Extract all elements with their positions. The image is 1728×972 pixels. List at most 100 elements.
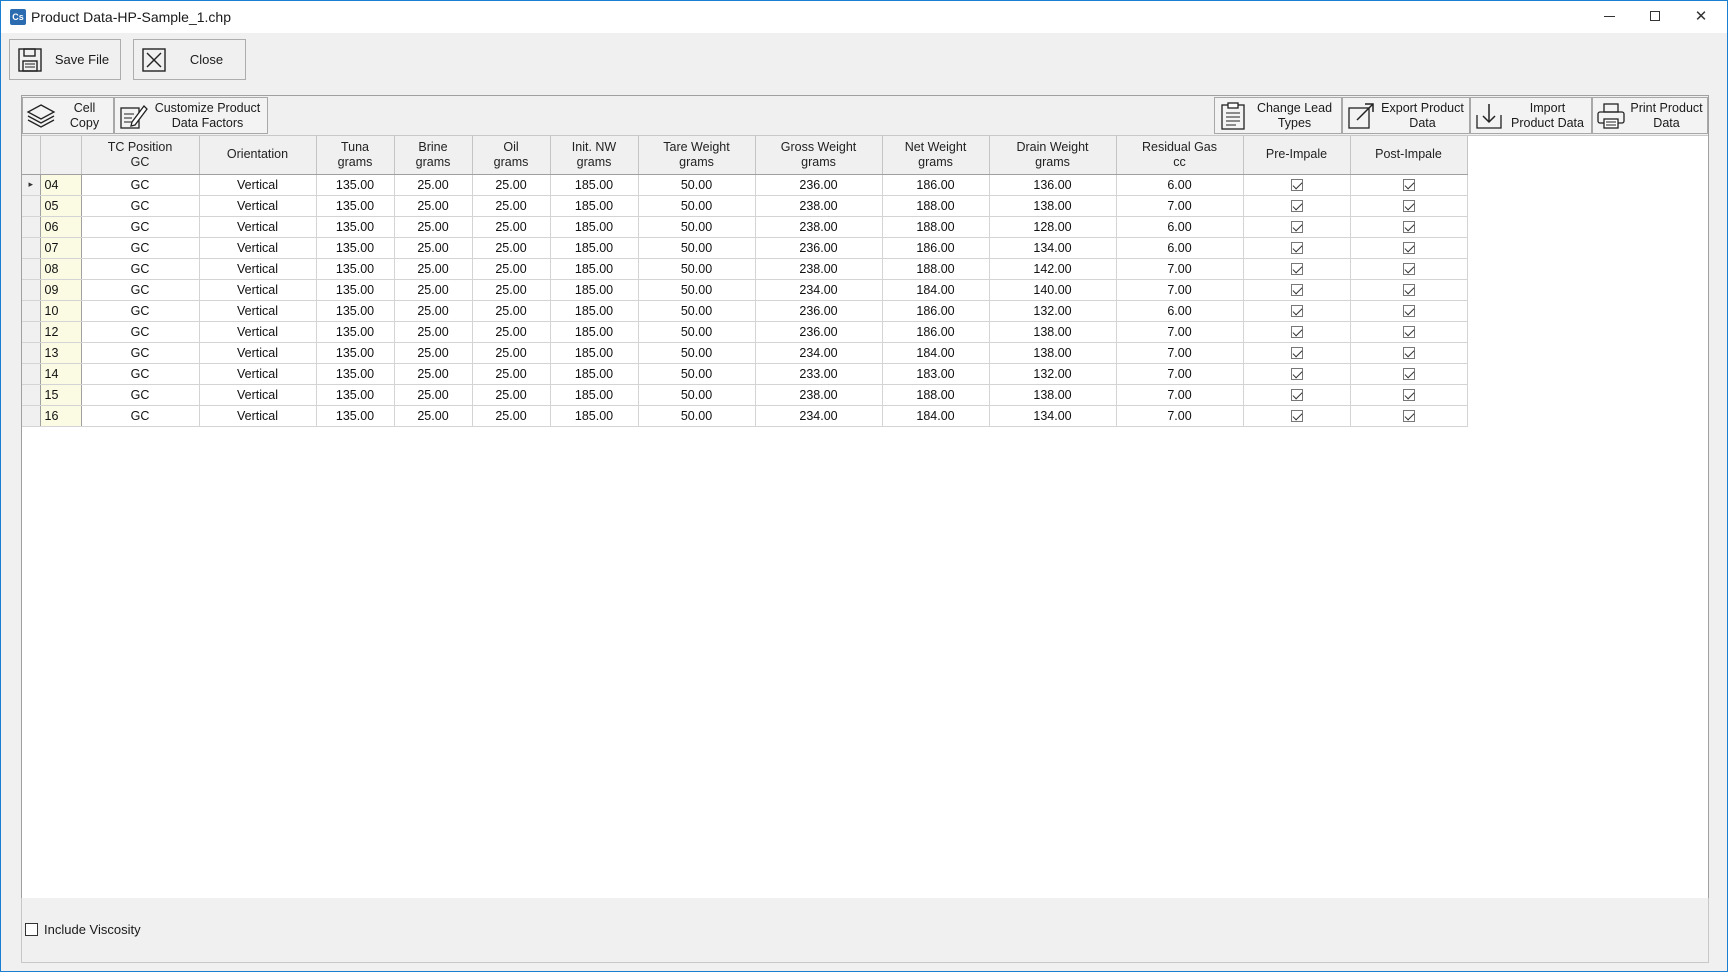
include-viscosity-box[interactable] bbox=[25, 923, 38, 936]
cell-tare-weight[interactable]: 50.00 bbox=[638, 384, 756, 406]
row-selector[interactable] bbox=[22, 216, 41, 238]
cell-residual-gas[interactable]: 7.00 bbox=[1116, 342, 1244, 364]
table-row[interactable]: 06 GC Vertical 135.00 25.00 25.00 185.00 50.00 2… bbox=[22, 216, 1468, 238]
table-row[interactable]: 07 GC Vertical 135.00 25.00 25.00 185.00 50.00 2… bbox=[22, 237, 1468, 259]
cell-pre-impale[interactable] bbox=[1243, 363, 1351, 385]
cell-tuna[interactable]: 135.00 bbox=[316, 321, 395, 343]
cell-drain-weight[interactable]: 138.00 bbox=[989, 342, 1117, 364]
cell-pre-impale[interactable] bbox=[1243, 279, 1351, 301]
cell-pre-impale[interactable] bbox=[1243, 216, 1351, 238]
cell-gross-weight[interactable]: 234.00 bbox=[755, 279, 883, 301]
post-impale-checkbox[interactable] bbox=[1402, 410, 1415, 423]
cell-tuna[interactable]: 135.00 bbox=[316, 237, 395, 259]
cell-tuna[interactable]: 135.00 bbox=[316, 174, 395, 196]
cell-brine[interactable]: 25.00 bbox=[394, 279, 473, 301]
cell-init-nw[interactable]: 185.00 bbox=[550, 405, 639, 427]
cell-brine[interactable]: 25.00 bbox=[394, 174, 473, 196]
pre-impale-checkbox[interactable] bbox=[1290, 263, 1303, 276]
column-header-post-impale[interactable]: Post-Impale bbox=[1350, 136, 1468, 175]
post-impale-checkbox[interactable] bbox=[1402, 284, 1415, 297]
cell-pre-impale[interactable] bbox=[1243, 300, 1351, 322]
cell-tuna[interactable]: 135.00 bbox=[316, 258, 395, 280]
cell-post-impale[interactable] bbox=[1350, 237, 1468, 259]
cell-orientation[interactable]: Vertical bbox=[199, 216, 317, 238]
row-id[interactable]: 07 bbox=[40, 237, 82, 259]
cell-tare-weight[interactable]: 50.00 bbox=[638, 342, 756, 364]
cell-tc-position[interactable]: GC bbox=[81, 300, 200, 322]
title-bar[interactable]: Cs Product Data-HP-Sample_1.chp ✕ bbox=[1, 1, 1727, 33]
cell-tuna[interactable]: 135.00 bbox=[316, 216, 395, 238]
row-selector[interactable] bbox=[22, 195, 41, 217]
cell-residual-gas[interactable]: 6.00 bbox=[1116, 237, 1244, 259]
cell-net-weight[interactable]: 184.00 bbox=[882, 405, 990, 427]
table-row[interactable]: 13 GC Vertical 135.00 25.00 25.00 185.00 50.00 2… bbox=[22, 342, 1468, 364]
table-row[interactable]: 12 GC Vertical 135.00 25.00 25.00 185.00 50.00 2… bbox=[22, 321, 1468, 343]
cell-drain-weight[interactable]: 134.00 bbox=[989, 237, 1117, 259]
cell-residual-gas[interactable]: 7.00 bbox=[1116, 258, 1244, 280]
cell-init-nw[interactable]: 185.00 bbox=[550, 195, 639, 217]
cell-oil[interactable]: 25.00 bbox=[472, 237, 551, 259]
cell-tc-position[interactable]: GC bbox=[81, 258, 200, 280]
row-selector[interactable] bbox=[22, 384, 41, 406]
cell-drain-weight[interactable]: 136.00 bbox=[989, 174, 1117, 196]
cell-tc-position[interactable]: GC bbox=[81, 342, 200, 364]
cell-tuna[interactable]: 135.00 bbox=[316, 384, 395, 406]
cell-oil[interactable]: 25.00 bbox=[472, 258, 551, 280]
cell-residual-gas[interactable]: 7.00 bbox=[1116, 321, 1244, 343]
minimize-button[interactable] bbox=[1586, 1, 1632, 31]
cell-copy-button[interactable]: Cell Copy bbox=[22, 97, 114, 134]
cell-net-weight[interactable]: 184.00 bbox=[882, 279, 990, 301]
cell-pre-impale[interactable] bbox=[1243, 321, 1351, 343]
row-id[interactable]: 10 bbox=[40, 300, 82, 322]
cell-oil[interactable]: 25.00 bbox=[472, 300, 551, 322]
row-selector[interactable] bbox=[22, 300, 41, 322]
cell-post-impale[interactable] bbox=[1350, 279, 1468, 301]
cell-orientation[interactable]: Vertical bbox=[199, 321, 317, 343]
cell-oil[interactable]: 25.00 bbox=[472, 279, 551, 301]
cell-oil[interactable]: 25.00 bbox=[472, 195, 551, 217]
row-id[interactable]: 04 bbox=[40, 174, 82, 196]
cell-net-weight[interactable]: 188.00 bbox=[882, 216, 990, 238]
pre-impale-checkbox[interactable] bbox=[1290, 179, 1303, 192]
cell-tc-position[interactable]: GC bbox=[81, 216, 200, 238]
column-header-orientation[interactable]: Orientation bbox=[199, 136, 317, 175]
column-header-init-nw[interactable]: Init. NW grams bbox=[550, 136, 639, 175]
row-id[interactable]: 05 bbox=[40, 195, 82, 217]
cell-orientation[interactable]: Vertical bbox=[199, 237, 317, 259]
post-impale-checkbox[interactable] bbox=[1402, 305, 1415, 318]
cell-oil[interactable]: 25.00 bbox=[472, 216, 551, 238]
cell-tare-weight[interactable]: 50.00 bbox=[638, 195, 756, 217]
customize-product-data-factors-button[interactable]: Customize Product Data Factors bbox=[114, 97, 268, 134]
cell-gross-weight[interactable]: 238.00 bbox=[755, 384, 883, 406]
row-id[interactable]: 14 bbox=[40, 363, 82, 385]
column-header-brine[interactable]: Brine grams bbox=[394, 136, 473, 175]
cell-oil[interactable]: 25.00 bbox=[472, 342, 551, 364]
cell-init-nw[interactable]: 185.00 bbox=[550, 363, 639, 385]
column-header-tuna[interactable]: Tuna grams bbox=[316, 136, 395, 175]
row-selector[interactable] bbox=[22, 405, 41, 427]
cell-oil[interactable]: 25.00 bbox=[472, 384, 551, 406]
cell-gross-weight[interactable]: 234.00 bbox=[755, 405, 883, 427]
cell-gross-weight[interactable]: 233.00 bbox=[755, 363, 883, 385]
cell-gross-weight[interactable]: 238.00 bbox=[755, 258, 883, 280]
cell-brine[interactable]: 25.00 bbox=[394, 216, 473, 238]
cell-post-impale[interactable] bbox=[1350, 258, 1468, 280]
row-id[interactable]: 15 bbox=[40, 384, 82, 406]
table-row[interactable]: ▸ 04 GC Vertical 135.00 25.00 25.00 185.00 50.00… bbox=[22, 174, 1468, 196]
cell-tare-weight[interactable]: 50.00 bbox=[638, 216, 756, 238]
cell-brine[interactable]: 25.00 bbox=[394, 300, 473, 322]
cell-gross-weight[interactable]: 234.00 bbox=[755, 342, 883, 364]
cell-brine[interactable]: 25.00 bbox=[394, 405, 473, 427]
row-id[interactable]: 08 bbox=[40, 258, 82, 280]
cell-tare-weight[interactable]: 50.00 bbox=[638, 174, 756, 196]
table-row[interactable]: 14 GC Vertical 135.00 25.00 25.00 185.00 50.00 2… bbox=[22, 363, 1468, 385]
cell-tc-position[interactable]: GC bbox=[81, 195, 200, 217]
cell-net-weight[interactable]: 188.00 bbox=[882, 384, 990, 406]
row-id[interactable]: 13 bbox=[40, 342, 82, 364]
cell-init-nw[interactable]: 185.00 bbox=[550, 321, 639, 343]
cell-pre-impale[interactable] bbox=[1243, 342, 1351, 364]
cell-tuna[interactable]: 135.00 bbox=[316, 342, 395, 364]
post-impale-checkbox[interactable] bbox=[1402, 179, 1415, 192]
pre-impale-checkbox[interactable] bbox=[1290, 347, 1303, 360]
column-header-gross-weight[interactable]: Gross Weight grams bbox=[755, 136, 883, 175]
